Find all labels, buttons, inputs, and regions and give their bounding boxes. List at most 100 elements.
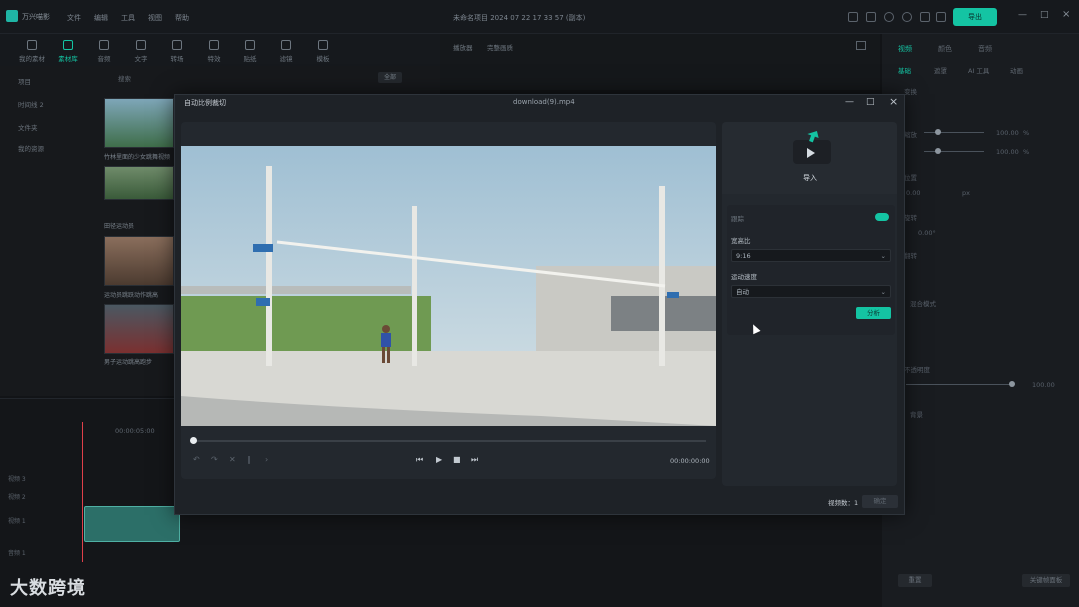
motion-speed-select[interactable]: 自动 ⌄ <box>731 285 891 298</box>
export-button[interactable]: 导出 <box>953 8 997 26</box>
motion-speed-label: 运动速度 <box>731 273 757 281</box>
dialog-minimize-icon[interactable]: — <box>845 97 854 107</box>
timeline-clip[interactable] <box>84 506 180 542</box>
reset-button[interactable]: 重置 <box>898 574 932 587</box>
tool-templates[interactable]: 模板 <box>309 38 337 64</box>
aspect-ratio-select[interactable]: 9:16 ⌄ <box>731 249 891 262</box>
row-rotate-label: 旋转 <box>904 214 917 222</box>
save-icon[interactable] <box>866 12 876 22</box>
track-video-2[interactable]: 视频 2 <box>8 492 78 506</box>
stop-icon[interactable]: ■ <box>453 455 461 464</box>
menu-view[interactable]: 视图 <box>148 13 162 23</box>
scale-slider-knob[interactable] <box>935 129 941 135</box>
quality-tab[interactable]: 完整画质 <box>487 42 513 52</box>
bell-icon[interactable] <box>920 12 930 22</box>
opacity-slider[interactable] <box>906 384 1010 385</box>
undo-icon[interactable]: ↶ <box>193 455 200 464</box>
timeline-timecode: 00:00:05:00 <box>115 427 155 435</box>
position-value[interactable]: 0.00 <box>906 189 920 197</box>
media-thumb-1[interactable] <box>104 98 174 148</box>
scale-y-slider-knob[interactable] <box>935 148 941 154</box>
confirm-button[interactable]: 确定 <box>862 495 898 508</box>
scale-y-value[interactable]: 100.00 <box>996 148 1019 156</box>
subtab-ai[interactable]: AI 工具 <box>968 65 989 75</box>
media-thumb-2[interactable] <box>104 166 174 200</box>
import-label[interactable]: 导入 <box>803 173 817 183</box>
forward-icon[interactable]: › <box>265 455 268 464</box>
tab-audio[interactable]: 音频 <box>978 44 992 54</box>
delete-icon[interactable]: ✕ <box>229 455 236 464</box>
tool-effects[interactable]: 特效 <box>200 38 228 64</box>
effects-icon <box>209 40 219 50</box>
nav-item-folder[interactable]: 文件夹 <box>18 122 38 132</box>
prev-frame-icon[interactable]: ⏮ <box>416 455 423 465</box>
maximize-icon[interactable]: □ <box>1040 10 1049 20</box>
split-icon[interactable]: ∥ <box>247 455 251 464</box>
nav-item-timeline[interactable]: 时间线 2 <box>18 99 44 109</box>
subtab-mask[interactable]: 遮罩 <box>934 65 947 75</box>
subtab-basic[interactable]: 基础 <box>898 65 911 75</box>
row-transform: 变换 <box>904 88 917 96</box>
scale-y-slider[interactable] <box>924 151 984 152</box>
cloud-icon[interactable] <box>884 12 894 22</box>
scale-unit: % <box>1023 129 1030 137</box>
close-icon[interactable]: × <box>1062 9 1070 20</box>
row-flip-label: 翻转 <box>904 252 917 260</box>
row-opacity-label: 不透明度 <box>904 366 930 374</box>
aspect-ratio-label: 宽高比 <box>731 237 751 245</box>
chevron-down-icon: ⌄ <box>880 252 886 260</box>
transition-icon <box>172 40 182 50</box>
media-filter[interactable]: 全部 <box>378 72 402 83</box>
play-icon[interactable]: ▶ <box>436 455 442 464</box>
tab-color[interactable]: 颜色 <box>938 44 952 54</box>
keyframe-panel-button[interactable]: 关键帧面板 <box>1022 574 1070 587</box>
tool-filters[interactable]: 滤镜 <box>272 38 300 64</box>
watermark: 大数跨境 <box>10 578 86 599</box>
tracking-toggle[interactable] <box>875 213 889 221</box>
playhead[interactable] <box>82 422 83 562</box>
media-search[interactable]: 搜索 <box>118 73 131 83</box>
dialog-maximize-icon[interactable]: □ <box>866 97 875 107</box>
tool-transition[interactable]: 转场 <box>163 38 191 64</box>
menu-tools[interactable]: 工具 <box>121 13 135 23</box>
import-icon[interactable] <box>793 131 831 164</box>
tab-video[interactable]: 视频 <box>898 44 912 54</box>
menu-edit[interactable]: 编辑 <box>94 13 108 23</box>
seek-bar[interactable] <box>193 440 706 442</box>
track-video-3[interactable]: 视频 3 <box>8 474 78 488</box>
dialog-close-icon[interactable]: × <box>889 95 898 108</box>
subtab-animation[interactable]: 动画 <box>1010 65 1023 75</box>
track-audio-1[interactable]: 音频 1 <box>8 548 78 562</box>
opacity-slider-knob[interactable] <box>1009 381 1015 387</box>
nav-item-project[interactable]: 项目 <box>18 76 31 86</box>
media-icon <box>27 40 37 50</box>
video-count: 视频数：1 <box>828 499 859 507</box>
headset-icon[interactable] <box>902 12 912 22</box>
scale-value[interactable]: 100.00 <box>996 129 1019 137</box>
tool-library[interactable]: 素材库 <box>54 38 82 64</box>
grid-icon[interactable] <box>936 12 946 22</box>
snapshot-icon[interactable] <box>856 41 866 50</box>
menu-help[interactable]: 帮助 <box>175 13 189 23</box>
next-frame-icon[interactable]: ⏭ <box>471 455 478 465</box>
tool-audio[interactable]: 音频 <box>90 38 118 64</box>
rotate-value[interactable]: 0.00° <box>918 229 936 237</box>
layout-icon[interactable] <box>848 12 858 22</box>
scale-slider[interactable] <box>924 132 984 133</box>
seek-knob[interactable] <box>190 437 197 444</box>
minimize-icon[interactable]: — <box>1018 10 1027 20</box>
player-tab[interactable]: 播放器 <box>453 42 473 52</box>
tool-my-media[interactable]: 我的素材 <box>18 38 46 64</box>
tool-stickers[interactable]: 贴纸 <box>236 38 264 64</box>
track-video-1[interactable]: 视频 1 <box>8 516 78 530</box>
opacity-value[interactable]: 100.00 <box>1032 381 1055 389</box>
menu-file[interactable]: 文件 <box>67 13 81 23</box>
analyze-button[interactable]: 分析 <box>856 307 891 319</box>
redo-icon[interactable]: ↷ <box>211 455 218 464</box>
title-bar: 万兴喵影 文件 编辑 工具 视图 帮助 未命名项目 2024 07 22 17 … <box>0 0 1079 34</box>
app-name: 万兴喵影 <box>22 13 50 21</box>
tool-text[interactable]: 文字 <box>127 38 155 64</box>
media-thumb-3[interactable] <box>104 236 174 286</box>
media-thumb-4[interactable] <box>104 304 174 354</box>
nav-item-resources[interactable]: 我的资源 <box>18 143 44 153</box>
